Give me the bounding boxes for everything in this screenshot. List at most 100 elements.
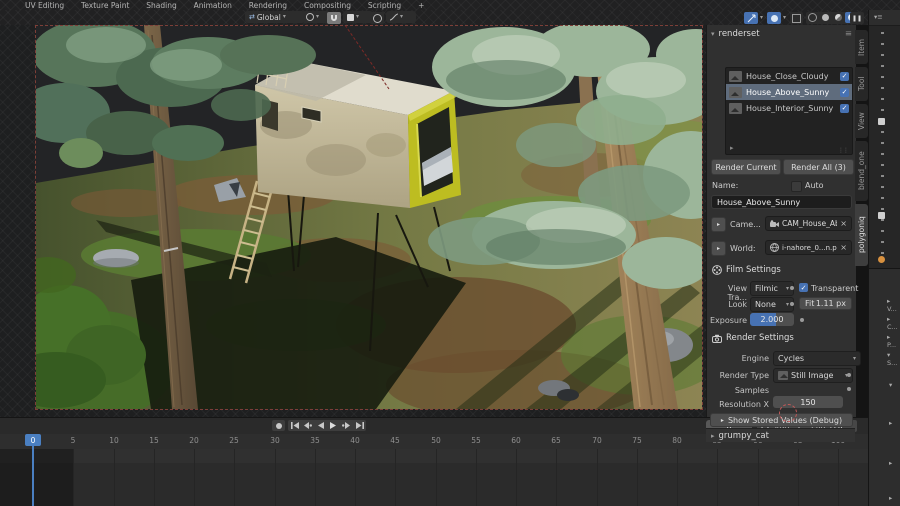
ruler-tick: 60 <box>511 436 521 445</box>
shading-material-button[interactable] <box>832 12 845 23</box>
context-enabled-checkbox[interactable]: ✓ <box>840 88 849 97</box>
film-settings-header[interactable]: Film Settings <box>712 265 781 275</box>
collapsed-row-icon[interactable]: ▸ <box>889 459 892 467</box>
renderset-panel-header[interactable]: ▾ renderset ≡ <box>711 29 852 39</box>
shading-wireframe-button[interactable] <box>806 12 819 23</box>
transparent-checkbox[interactable]: ✓ <box>799 283 808 292</box>
tab-blend-one[interactable]: blend_one <box>855 141 868 201</box>
render-preview-icon <box>729 71 742 82</box>
exposure-slider[interactable]: 2.000 <box>750 313 794 326</box>
render-settings-header[interactable]: Render Settings <box>712 333 794 343</box>
animate-dot[interactable] <box>800 318 804 322</box>
show-overlays-toggle[interactable] <box>767 12 781 24</box>
workspace-tab-animation[interactable]: Animation <box>187 0 239 10</box>
workspace-tab-scripting[interactable]: Scripting <box>361 0 408 10</box>
resolution-x-label: Resolution X <box>717 400 769 409</box>
list-item[interactable]: House_Close_Cloudy ✓ <box>726 68 852 84</box>
jump-start-icon <box>291 422 299 429</box>
workspace-tab-uv-editing[interactable]: UV Editing <box>18 0 71 10</box>
tab-item[interactable]: Item <box>855 30 868 64</box>
world-selector[interactable]: i-nahore_0...n.p3e1.001 × <box>765 240 852 255</box>
shading-solid-button[interactable] <box>819 12 832 23</box>
jump-to-start-button[interactable] <box>288 420 301 431</box>
viewport-header: ⇄ Global ▾ ▾ ▾ ▾ ▾ ▾ <box>0 10 868 25</box>
workspace-tab-shading[interactable]: Shading <box>139 0 183 10</box>
context-enabled-checkbox[interactable]: ✓ <box>840 72 849 81</box>
transform-orientation-dropdown[interactable]: ⇄ Global ▾ <box>245 11 305 23</box>
workspace-tab-texture-paint[interactable]: Texture Paint <box>74 0 136 10</box>
filter-icon[interactable]: ▾≡ <box>874 13 883 21</box>
engine-dropdown[interactable]: Cycles ▾ <box>773 351 861 366</box>
tab-polygoniq[interactable]: polygoniq <box>855 204 868 266</box>
world-expand-button[interactable]: ▸ <box>711 241 726 256</box>
context-enabled-checkbox[interactable]: ✓ <box>840 104 849 113</box>
chevron-down-icon: ▾ <box>283 14 286 20</box>
animate-dot[interactable] <box>847 373 851 377</box>
show-gizmo-toggle[interactable] <box>744 12 758 24</box>
render-all-button[interactable]: Render All (3) <box>783 159 854 175</box>
list-resize-grip[interactable]: ⋮⋮ <box>838 147 848 154</box>
auto-keying-button[interactable] <box>272 420 285 431</box>
animate-dot[interactable] <box>847 387 851 391</box>
proportional-falloff-dropdown[interactable]: ▾ <box>386 11 416 23</box>
collapsed-row-icon[interactable]: ▸ <box>889 419 892 427</box>
click-indicator <box>779 404 797 422</box>
render-type-dropdown[interactable]: Still Image ▾ <box>773 368 853 383</box>
play-button[interactable] <box>327 420 340 431</box>
tab-tool[interactable]: Tool <box>855 67 868 101</box>
workspace-tab-rendering[interactable]: Rendering <box>242 0 294 10</box>
fit-button[interactable]: Fit 1.11 px <box>799 297 852 310</box>
look-dropdown[interactable]: None ▾ <box>750 297 794 312</box>
tab-view[interactable]: View <box>855 104 868 138</box>
camera-expand-button[interactable]: ▸ <box>711 217 726 232</box>
snap-toggle[interactable] <box>327 12 341 24</box>
outliner-checkbox[interactable] <box>878 212 885 219</box>
timeline-channels[interactable] <box>0 449 868 506</box>
grumpy-cat-panel-header[interactable]: ▸ grumpy_cat <box>706 428 855 442</box>
next-keyframe-button[interactable] <box>340 420 353 431</box>
jump-to-end-button[interactable] <box>353 420 366 431</box>
animate-dot[interactable] <box>790 302 794 306</box>
render-current-button[interactable]: Render Current <box>711 159 781 175</box>
prev-keyframe-button[interactable] <box>301 420 314 431</box>
animate-dot[interactable] <box>790 286 794 290</box>
clear-world-icon[interactable]: × <box>840 243 847 252</box>
view-transform-dropdown[interactable]: Filmic ▾ <box>750 281 794 296</box>
auto-checkbox[interactable] <box>791 181 802 192</box>
collapsed-row-icon[interactable]: ▾ <box>889 381 892 389</box>
ruler-tick: 5 <box>71 436 76 445</box>
list-item[interactable]: House_Interior_Sunny ✓ <box>726 100 852 116</box>
xray-toggle[interactable] <box>790 12 803 24</box>
camera-selector[interactable]: CAM_House_Above × <box>765 216 852 231</box>
outliner-active-object-dot[interactable] <box>878 256 885 263</box>
workspace-tab-compositing[interactable]: Compositing <box>297 0 358 10</box>
properties-section-s[interactable]: ▾ S... <box>887 351 900 367</box>
ruler-tick: 55 <box>471 436 481 445</box>
panel-menu-icon[interactable]: ≡ <box>845 29 852 39</box>
properties-section-c[interactable]: ▸ C... <box>887 315 900 331</box>
pause-button[interactable]: ❚❚ <box>850 12 864 24</box>
playhead-badge[interactable]: 0 <box>25 434 41 446</box>
name-label: Name: <box>712 181 738 190</box>
viewport-3d[interactable] <box>0 25 706 417</box>
add-workspace-button[interactable]: + <box>411 0 431 10</box>
outliner-items[interactable] <box>881 32 884 262</box>
context-name: House_Close_Cloudy <box>746 72 836 81</box>
snap-settings-dropdown[interactable]: ▾ <box>343 11 373 23</box>
exposure-label: Exposure <box>709 316 747 325</box>
summary-band <box>0 449 868 463</box>
properties-section-p[interactable]: ▸ P... <box>887 333 900 349</box>
list-filter-expand[interactable]: ▸ <box>730 144 734 152</box>
proportional-editing-toggle[interactable] <box>370 12 384 24</box>
properties-section-v[interactable]: ▸ V... <box>887 297 900 313</box>
play-reverse-button[interactable] <box>314 420 327 431</box>
name-input[interactable]: House_Above_Sunny <box>711 195 852 209</box>
gizmo-dropdown[interactable]: ▾ <box>760 15 763 21</box>
pivot-point-dropdown[interactable]: ▾ <box>302 11 330 23</box>
clear-camera-icon[interactable]: × <box>840 219 847 228</box>
wireframe-icon <box>808 13 817 22</box>
overlays-dropdown[interactable]: ▾ <box>783 15 786 21</box>
outliner-checkbox[interactable] <box>878 118 885 125</box>
list-item-selected[interactable]: House_Above_Sunny ✓ <box>726 84 852 100</box>
collapsed-row-icon[interactable]: ▸ <box>889 494 892 502</box>
